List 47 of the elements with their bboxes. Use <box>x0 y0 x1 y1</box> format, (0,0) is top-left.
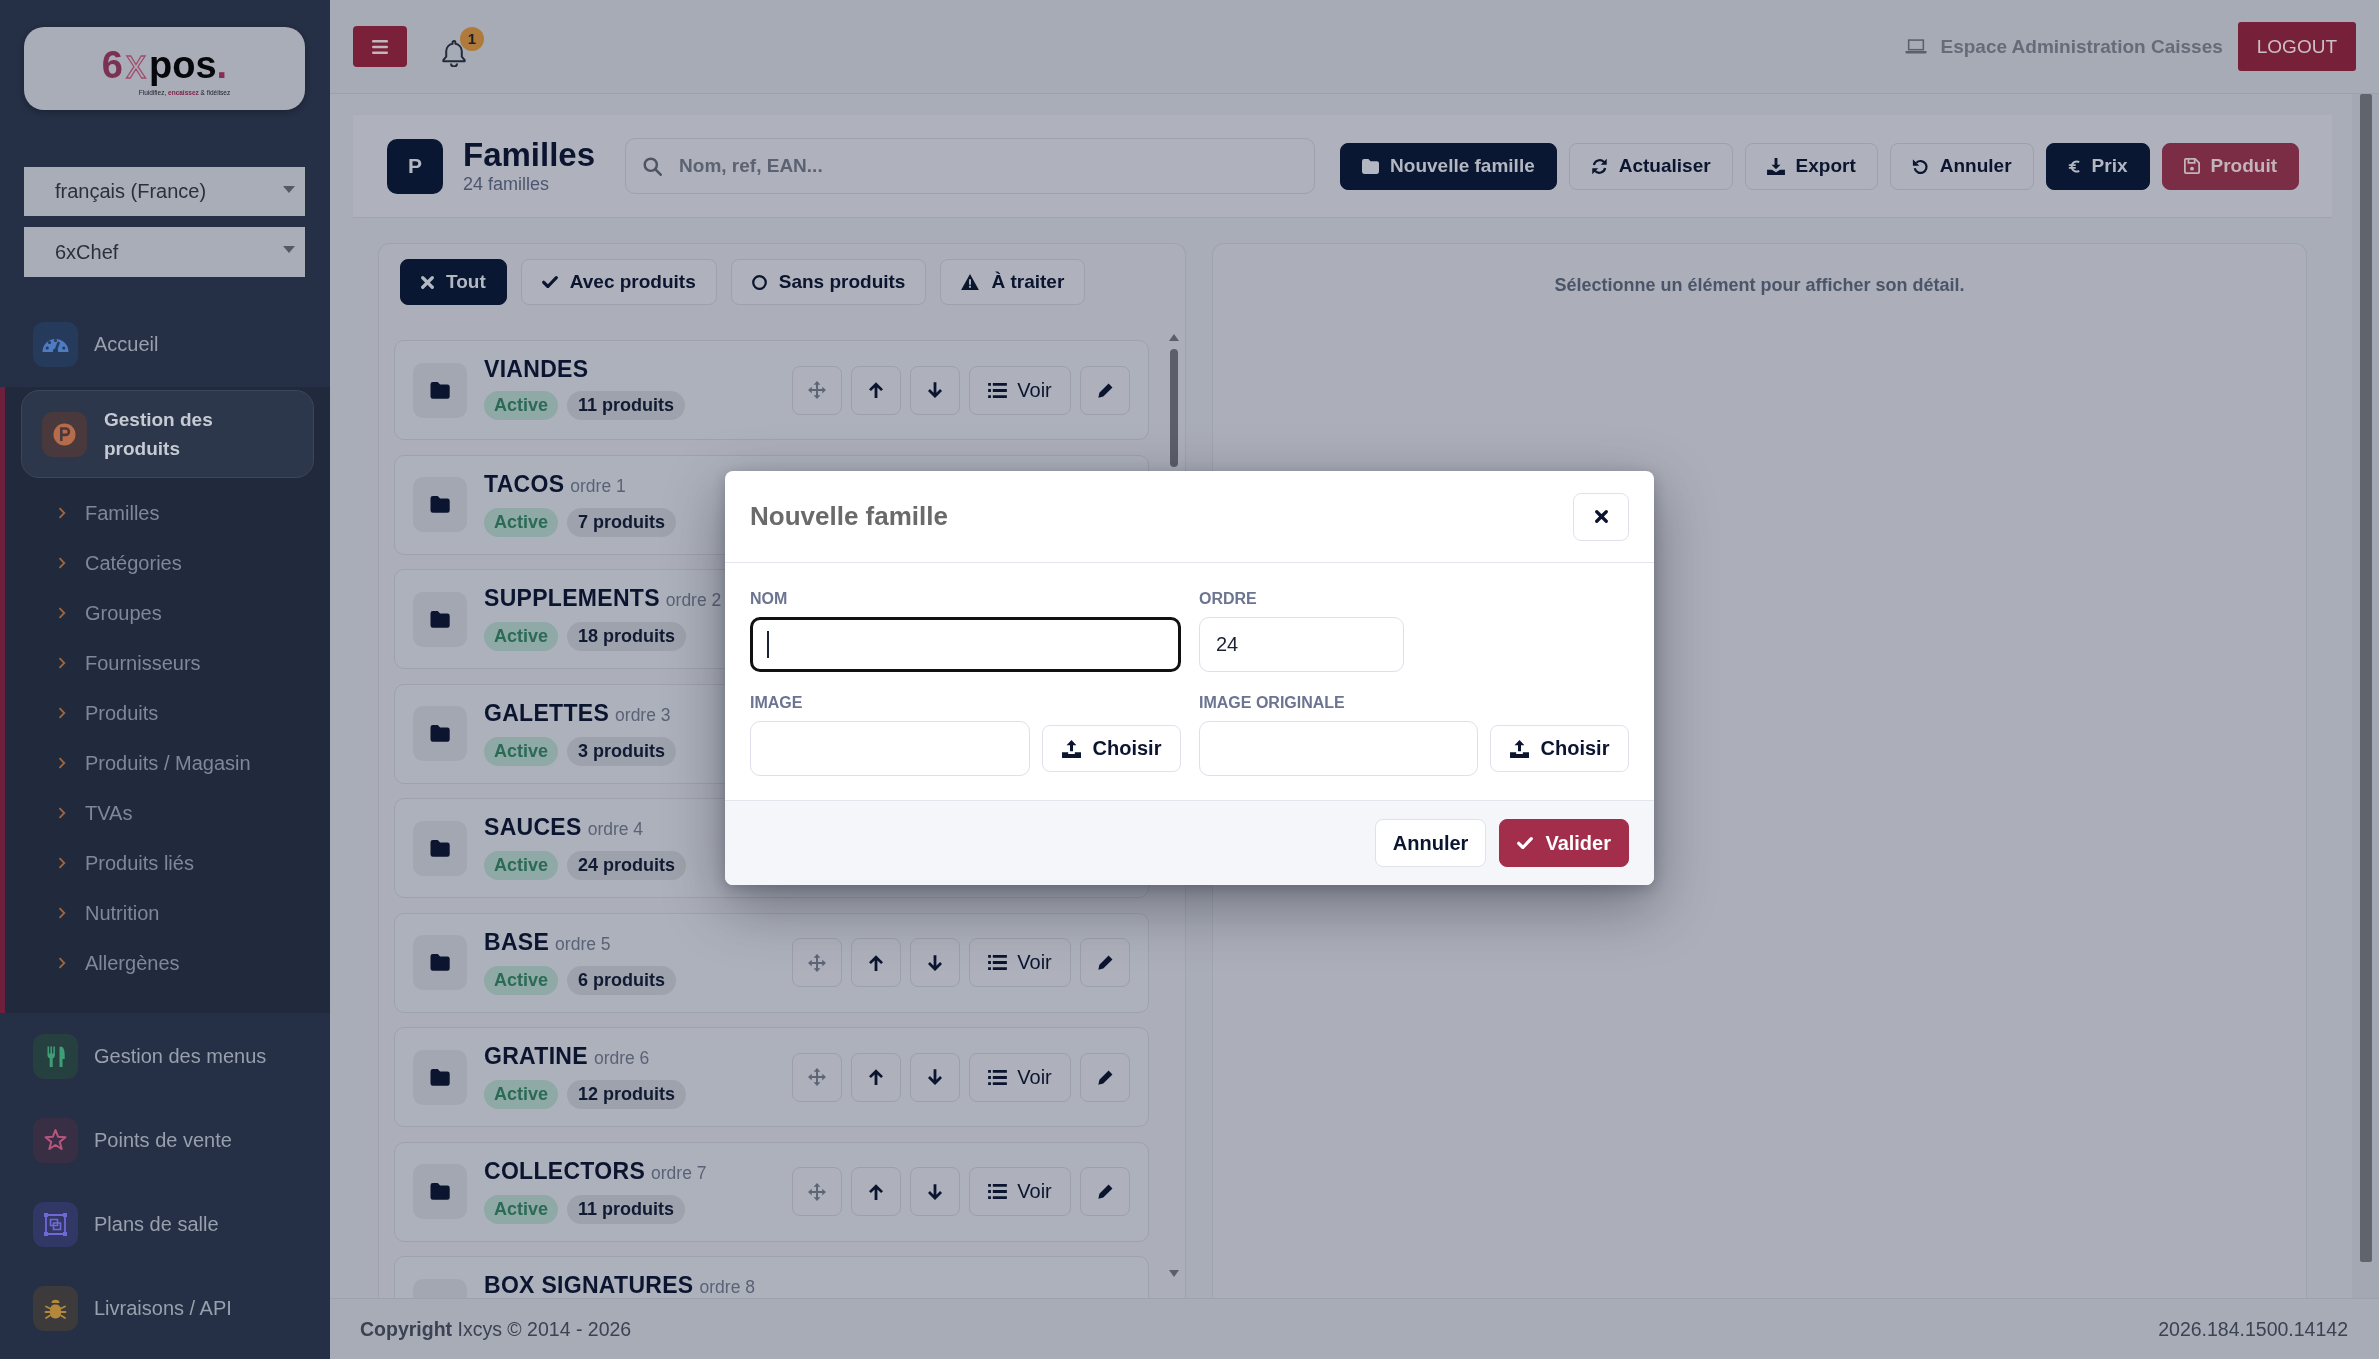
field-label: IMAGE <box>750 694 804 712</box>
family-name: TACOS <box>484 470 565 497</box>
page-subtitle: 24 familles <box>463 174 551 195</box>
workspace-label: Espace Administration Caisses <box>1940 35 2223 58</box>
product-count-badge: 11 produits <box>567 1194 686 1224</box>
family-order: ordre 8 <box>699 1276 755 1298</box>
status-badge: Active <box>484 1194 559 1224</box>
product-count-badge: 7 produits <box>567 507 677 537</box>
family-name: GRATINE <box>484 1043 588 1069</box>
family-order: ordre 6 <box>593 1047 650 1070</box>
family-order: ordre 7 <box>651 1161 707 1185</box>
product-count-badge: 6 produits <box>567 965 677 995</box>
product-count-badge: 18 produits <box>567 622 687 651</box>
status-badge: Active <box>484 851 559 880</box>
product-count-badge: 11 produits <box>567 391 686 420</box>
family-name: VIANDES <box>484 356 589 382</box>
product-count-badge: 3 produits <box>567 736 677 766</box>
copyright-text: Copyright Ixcys © 2014 - 2026 <box>360 1317 632 1341</box>
product-count-badge: 12 produits <box>567 1080 687 1109</box>
field-label: NOM <box>750 590 789 608</box>
family-order: ordre 2 <box>665 589 722 612</box>
version-text: 2026.184.1500.14142 <box>2158 1317 2348 1341</box>
status-badge: Active <box>484 391 559 420</box>
product-count-badge: 24 produits <box>567 851 687 880</box>
field-label: IMAGE ORIGINALE <box>1199 694 1346 712</box>
family-order: ordre 3 <box>615 703 671 727</box>
family-order: ordre 5 <box>555 932 611 956</box>
family-order: ordre 1 <box>570 474 626 498</box>
page-title: Familles <box>463 137 596 173</box>
family-name: BASE <box>484 928 550 955</box>
status-badge: Active <box>484 622 559 651</box>
family-name: GALETTES <box>484 699 610 726</box>
notification-count: 1 <box>460 26 484 51</box>
dialog-title: Nouvelle famille <box>750 501 948 532</box>
family-name: SUPPLEMENTS <box>484 585 660 611</box>
logo-wordmark: 6xpos. <box>100 41 229 89</box>
family-order: ordre 4 <box>587 818 644 841</box>
empty-message: Sélectionne un élément pour afficher son détail. <box>1554 275 1965 296</box>
status-badge: Active <box>484 736 559 766</box>
status-badge: Active <box>484 507 559 537</box>
page-badge: P <box>387 138 443 194</box>
family-name: SAUCES <box>484 814 582 840</box>
status-badge: Active <box>484 965 559 995</box>
family-name: BOX SIGNATURES <box>484 1272 694 1298</box>
status-badge: Active <box>484 1080 559 1109</box>
field-label: ORDRE <box>1199 590 1258 608</box>
family-name: COLLECTORS <box>484 1157 646 1184</box>
